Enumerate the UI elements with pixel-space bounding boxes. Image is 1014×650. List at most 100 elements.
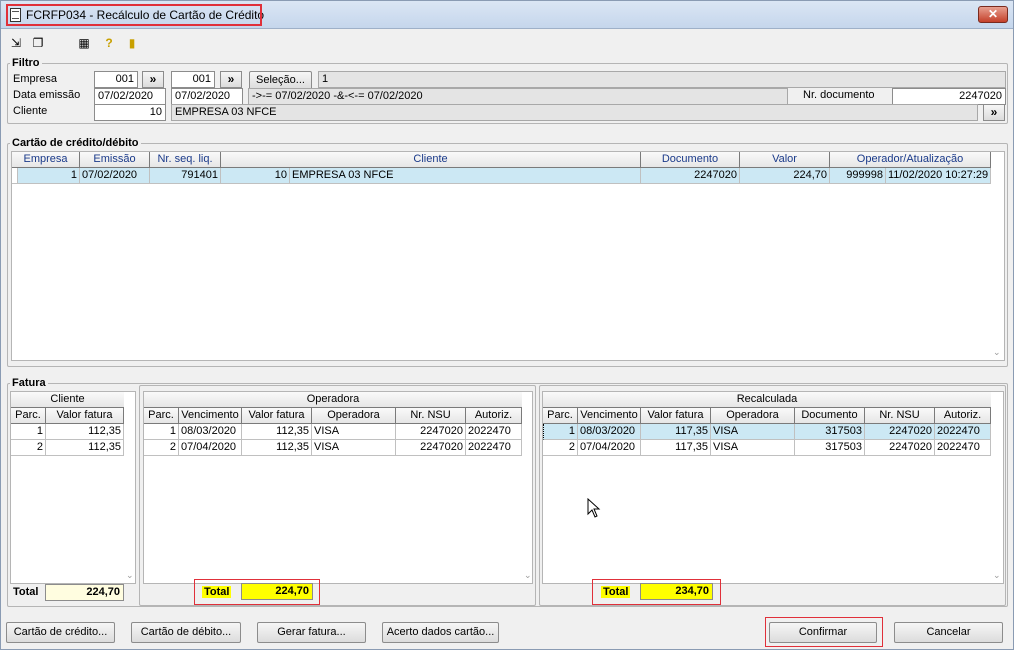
recalculada-cell-vencimento: 08/03/2020 xyxy=(578,424,641,440)
nrdoc-label: Nr. documento xyxy=(803,89,875,101)
recalculada-cell-parc: 2 xyxy=(543,440,578,456)
recalculada-cell-nsu: 2247020 xyxy=(865,440,935,456)
recalculada-cell-valor: 117,35 xyxy=(641,424,711,440)
header-cliente[interactable]: Cliente xyxy=(221,152,641,168)
operadora-cell-vencimento: 08/03/2020 xyxy=(179,424,242,440)
header-documento[interactable]: Documento xyxy=(641,152,740,168)
recalculada-cell-vencimento: 07/04/2020 xyxy=(578,440,641,456)
cliente-cell-valor: 112,35 xyxy=(46,424,124,440)
header-empresa[interactable]: Empresa xyxy=(12,152,80,168)
cartao-scroll-down-icon[interactable]: ⌄ xyxy=(993,347,1001,358)
operadora-cell-nsu: 2247020 xyxy=(396,424,466,440)
recalculada-header-nsu[interactable]: Nr. NSU xyxy=(865,408,935,424)
cliente-scroll-down-icon[interactable]: ⌄ xyxy=(126,570,134,581)
cell-documento: 2247020 xyxy=(641,168,740,184)
recalculada-cell-documento: 317503 xyxy=(795,424,865,440)
operadora-cell-operadora: VISA xyxy=(312,424,396,440)
cliente-header-parc[interactable]: Parc. xyxy=(11,408,46,424)
operadora-header-nsu[interactable]: Nr. NSU xyxy=(396,408,466,424)
cell-cliente-name: EMPRESA 03 NFCE xyxy=(290,168,641,184)
operadora-total-label: Total xyxy=(202,586,232,598)
recalculada-header-autoriz[interactable]: Autoriz. xyxy=(935,408,991,424)
gerar-fatura-button[interactable]: Gerar fatura... xyxy=(257,622,366,643)
cliente-label: Cliente xyxy=(13,105,48,117)
cliente-name: EMPRESA 03 NFCE xyxy=(171,104,978,121)
cell-cliente-code: 10 xyxy=(221,168,290,184)
header-emissao[interactable]: Emissão xyxy=(80,152,150,168)
operadora-cell-valor: 112,35 xyxy=(242,424,312,440)
cell-emissao: 07/02/2020 xyxy=(80,168,150,184)
empresa-to-input[interactable]: 001 xyxy=(171,71,215,88)
cliente-cell-parc: 1 xyxy=(11,424,46,440)
cartao-label: Cartão de crédito/débito xyxy=(10,137,141,149)
recalculada-header-valor[interactable]: Valor fatura xyxy=(641,408,711,424)
operadora-cell-valor: 112,35 xyxy=(242,440,312,456)
cancelar-button[interactable]: Cancelar xyxy=(894,622,1003,643)
close-button[interactable]: ✕ xyxy=(978,6,1008,23)
operadora-header-operadora[interactable]: Operadora xyxy=(312,408,396,424)
cliente-code-input[interactable]: 10 xyxy=(94,104,166,121)
navigate-icon[interactable]: ⇲ xyxy=(8,36,24,50)
cell-valor: 224,70 xyxy=(740,168,830,184)
operadora-header-parc[interactable]: Parc. xyxy=(144,408,179,424)
recalculada-cell-autoriz: 2022470 xyxy=(935,424,991,440)
recalculada-header-vencimento[interactable]: Vencimento xyxy=(578,408,641,424)
copy-icon[interactable]: ❐ xyxy=(30,36,46,50)
operadora-cell-parc: 1 xyxy=(144,424,179,440)
recalculada-scroll-down-icon[interactable]: ⌄ xyxy=(993,570,1001,581)
recalculada-header-documento[interactable]: Documento xyxy=(795,408,865,424)
main-window: FCRFP034 - Recálculo de Cartão de Crédit… xyxy=(0,0,1014,650)
operadora-grid-title: Operadora xyxy=(144,392,522,408)
recalculada-cell-nsu: 2247020 xyxy=(865,424,935,440)
operadora-header-vencimento[interactable]: Vencimento xyxy=(179,408,242,424)
cliente-total-label: Total xyxy=(13,586,39,598)
cliente-total-value: 224,70 xyxy=(45,584,124,601)
cartao-credito-button[interactable]: Cartão de crédito... xyxy=(6,622,115,643)
operadora-total-value: 224,70 xyxy=(241,583,313,600)
operadora-scroll-down-icon[interactable]: ⌄ xyxy=(524,570,532,581)
cell-seq: 791401 xyxy=(150,168,221,184)
mouse-cursor-icon xyxy=(587,498,601,518)
header-valor[interactable]: Valor xyxy=(740,152,830,168)
cliente-grid-title: Cliente xyxy=(11,392,124,408)
empresa-from-input[interactable]: 001 xyxy=(94,71,138,88)
title-bar: FCRFP034 - Recálculo de Cartão de Crédit… xyxy=(1,1,1013,29)
data-to-input[interactable]: 07/02/2020 xyxy=(171,88,243,105)
operadora-cell-autoriz: 2022470 xyxy=(466,424,522,440)
nrdoc-input[interactable]: 2247020 xyxy=(892,88,1006,105)
cartao-debito-button[interactable]: Cartão de débito... xyxy=(131,622,241,643)
data-from-input[interactable]: 07/02/2020 xyxy=(94,88,166,105)
confirmar-button[interactable]: Confirmar xyxy=(769,622,877,643)
recalculada-total-label: Total xyxy=(601,586,631,598)
operadora-cell-vencimento: 07/04/2020 xyxy=(179,440,242,456)
operadora-cell-autoriz: 2022470 xyxy=(466,440,522,456)
recalculada-cell-parc: 1 xyxy=(543,424,578,440)
recalculada-header-operadora[interactable]: Operadora xyxy=(711,408,795,424)
fatura-label: Fatura xyxy=(10,377,48,389)
header-seq[interactable]: Nr. seq. liq. xyxy=(150,152,221,168)
cell-empresa: 1 xyxy=(18,168,80,184)
operadora-cell-operadora: VISA xyxy=(312,440,396,456)
data-expression: ->-= 07/02/2020 -&-<-= 07/02/2020 xyxy=(248,88,788,105)
title-highlight xyxy=(6,4,262,26)
acerto-dados-cartao-button[interactable]: Acerto dados cartão... xyxy=(382,622,499,643)
recalculada-cell-documento: 317503 xyxy=(795,440,865,456)
recalculada-cell-operadora: VISA xyxy=(711,440,795,456)
empresa-to-lookup-button[interactable]: » xyxy=(220,71,242,88)
cliente-header-valor[interactable]: Valor fatura xyxy=(46,408,124,424)
empresa-label: Empresa xyxy=(13,73,58,85)
operadora-header-autoriz[interactable]: Autoriz. xyxy=(466,408,522,424)
filtro-label: Filtro xyxy=(10,57,42,69)
recalculada-grid-title: Recalculada xyxy=(543,392,991,408)
recalculada-header-parc[interactable]: Parc. xyxy=(543,408,578,424)
empresa-from-lookup-button[interactable]: » xyxy=(142,71,164,88)
data-emissao-label: Data emissão xyxy=(13,89,81,101)
calendar-icon[interactable]: ▦ xyxy=(76,36,92,50)
recalculada-cell-autoriz: 2022470 xyxy=(935,440,991,456)
exit-icon[interactable]: ▮ xyxy=(124,36,140,50)
operadora-header-valor[interactable]: Valor fatura xyxy=(242,408,312,424)
cliente-lookup-button[interactable]: » xyxy=(983,104,1005,121)
cell-atualizacao: 11/02/2020 10:27:29 xyxy=(886,168,991,184)
header-operador[interactable]: Operador/Atualização xyxy=(830,152,991,168)
help-icon[interactable]: ? xyxy=(101,36,117,50)
